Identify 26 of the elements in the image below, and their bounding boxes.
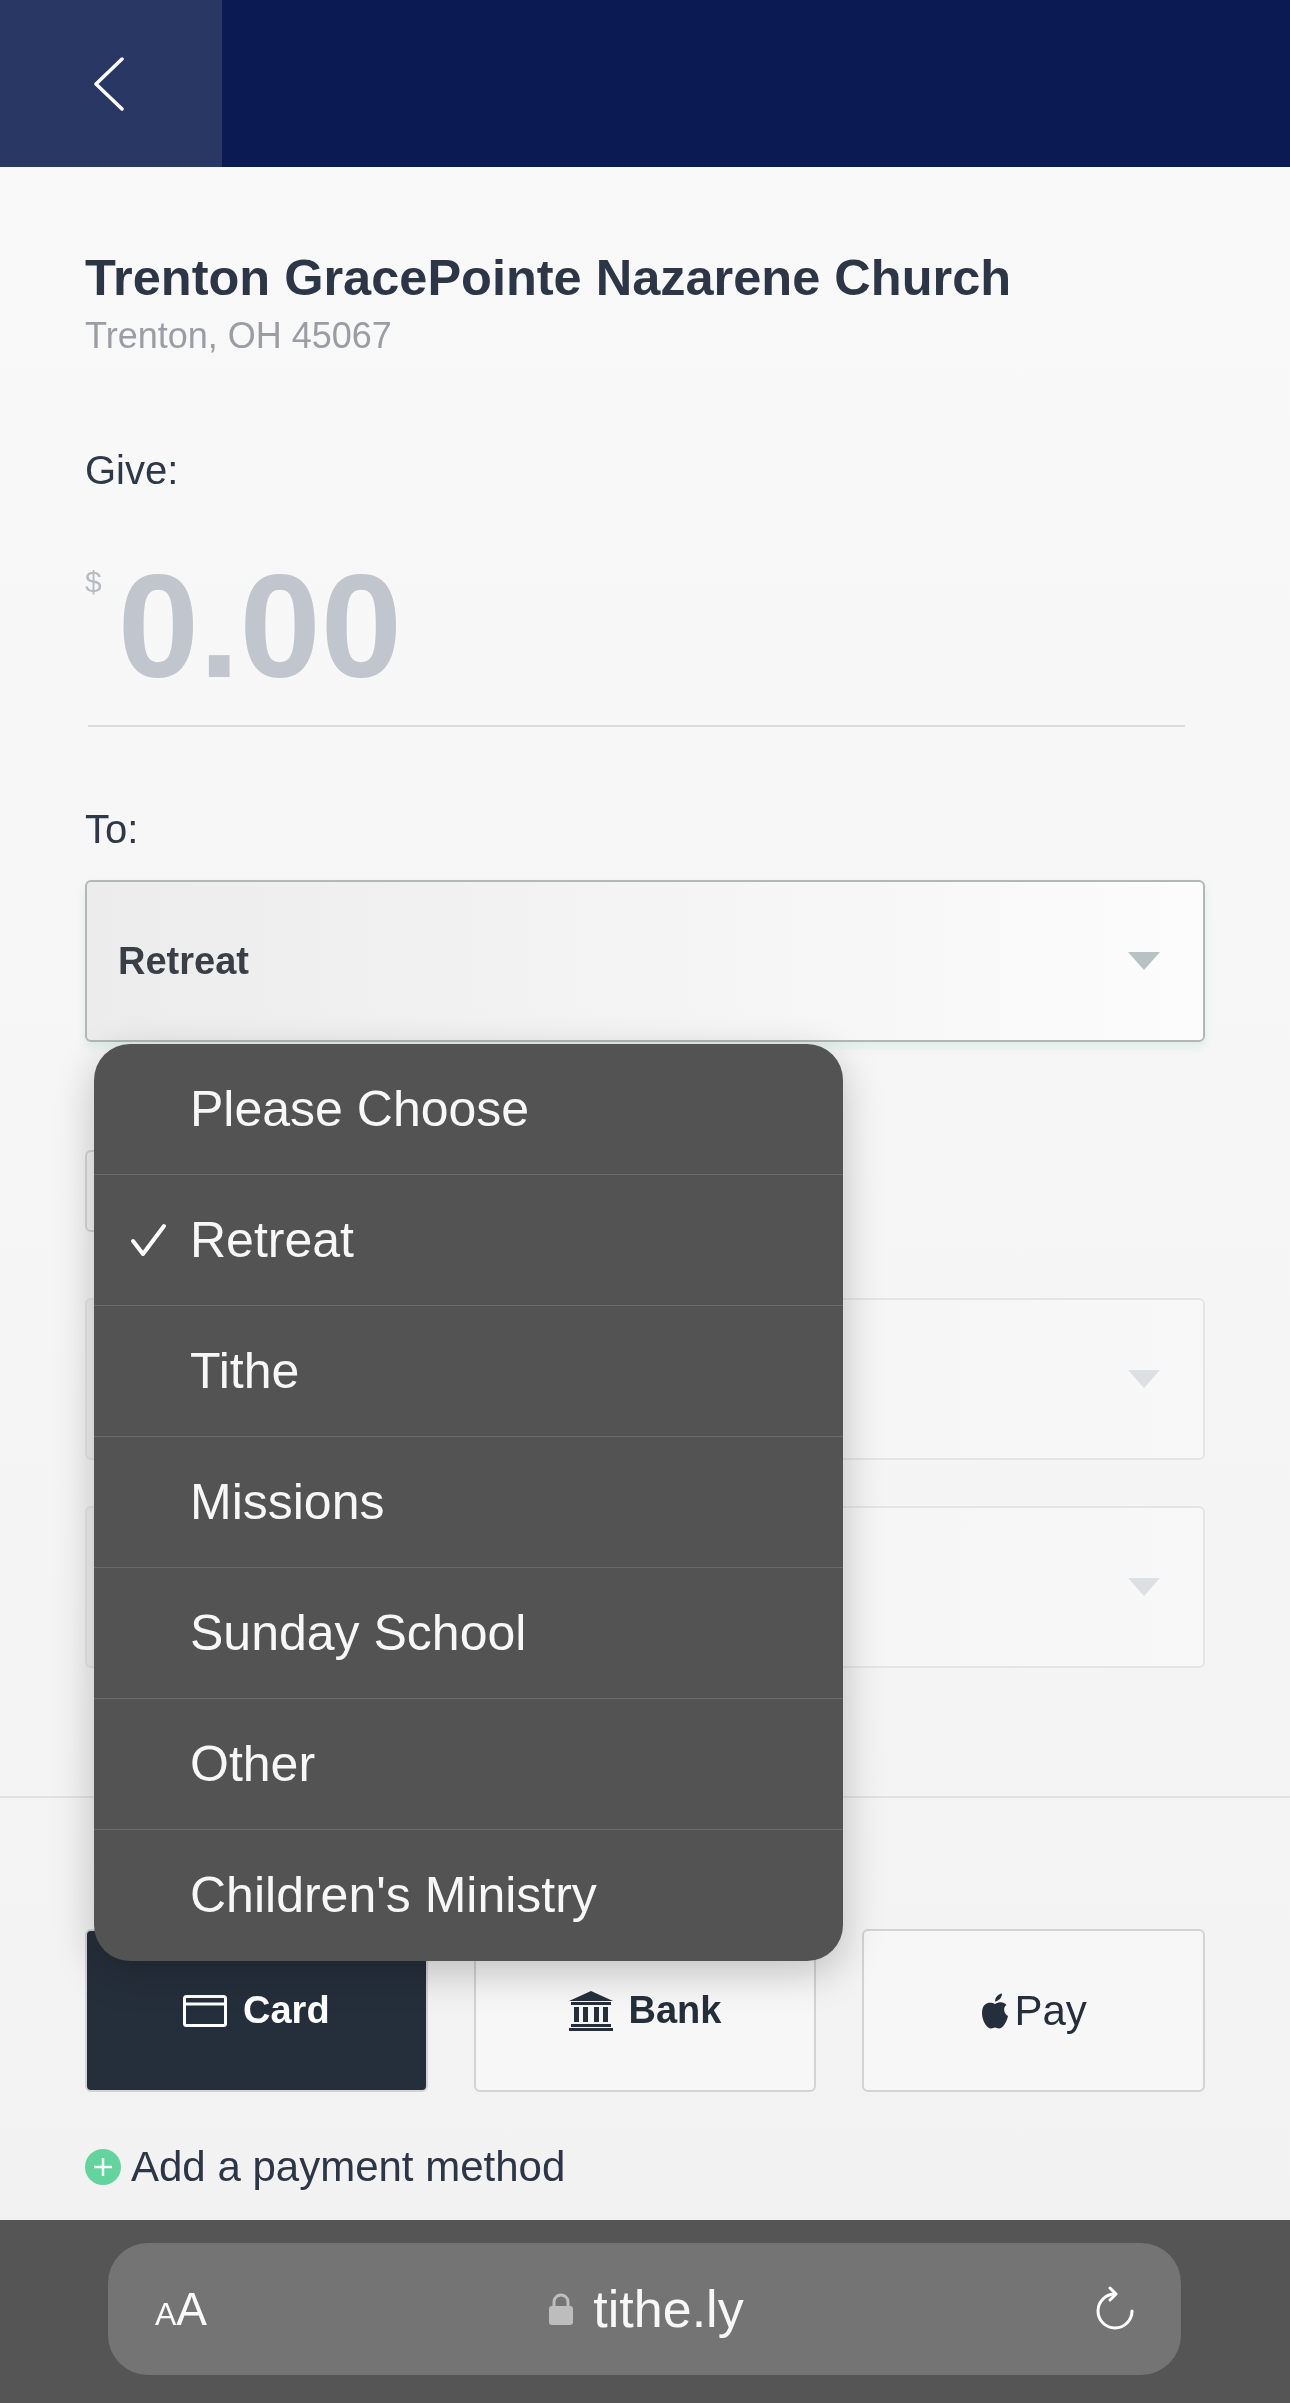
- payment-method-button[interactable]: Pay: [862, 1929, 1205, 2092]
- lock-icon: [549, 2293, 574, 2325]
- bank-icon: [568, 1990, 613, 2031]
- dropdown-option[interactable]: Tithe: [94, 1306, 843, 1437]
- dropdown-option[interactable]: Retreat: [94, 1175, 843, 1306]
- text-size-button[interactable]: AA: [155, 2286, 208, 2332]
- caret-down-icon: [1128, 1578, 1160, 1596]
- designation-label: To:: [85, 806, 140, 853]
- caret-down-icon: [1128, 952, 1160, 970]
- credit-card-icon: [183, 1994, 228, 2027]
- dropdown-option[interactable]: Missions: [94, 1437, 843, 1568]
- plus-circle-icon: [85, 2149, 121, 2185]
- chevron-left-icon: [93, 56, 125, 111]
- amount-label: Give:: [85, 447, 180, 494]
- dropdown-option[interactable]: Sunday School: [94, 1568, 843, 1699]
- url-text: tithe.ly: [593, 2279, 744, 2339]
- designation-select[interactable]: Retreat: [85, 880, 1205, 1042]
- dropdown-option[interactable]: Other: [94, 1699, 843, 1830]
- add-payment-method-link[interactable]: Add a payment method: [85, 2142, 566, 2192]
- caret-down-icon: [1128, 1370, 1160, 1388]
- apple-icon: [980, 1992, 1011, 2029]
- organization-location: Trenton, OH 45067: [85, 314, 393, 357]
- address-bar[interactable]: AA tithe.ly: [108, 2243, 1181, 2375]
- currency-symbol: $: [85, 567, 102, 597]
- organization-name: Trenton GracePointe Nazarene Church: [85, 248, 1013, 307]
- dropdown-option[interactable]: Please Choose: [94, 1044, 843, 1175]
